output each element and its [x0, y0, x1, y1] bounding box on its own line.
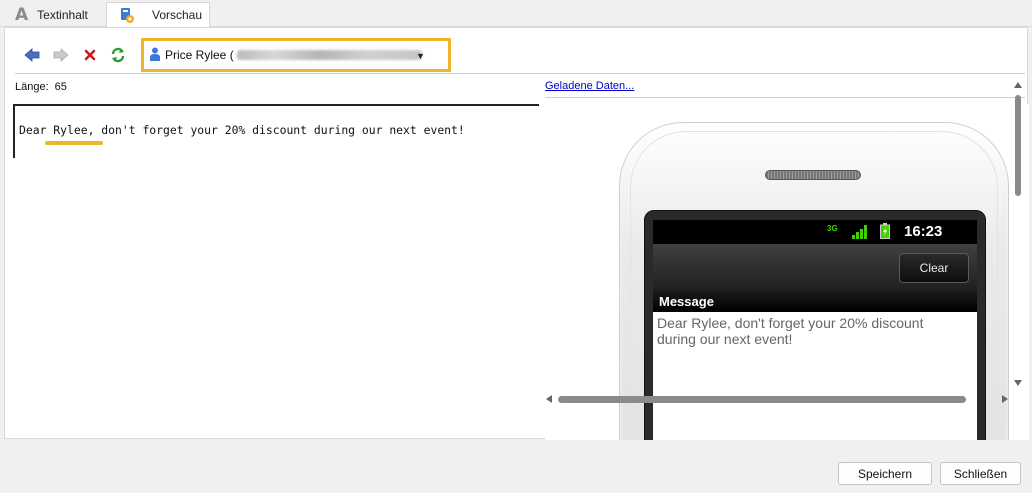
tab-bar: A Textinhalt Vorschau: [0, 0, 1032, 28]
clear-button[interactable]: Clear: [899, 253, 969, 283]
scroll-left-icon[interactable]: [546, 395, 552, 403]
message-header: Message: [653, 291, 977, 312]
phone-screen: 3G 16:23 Clear Message Dear Rylee, don't…: [653, 220, 977, 440]
clock: 16:23: [904, 223, 943, 240]
editor-border-end: [13, 158, 17, 438]
vertical-scrollbar[interactable]: [1012, 79, 1026, 397]
previous-arrow-icon[interactable]: [23, 46, 41, 64]
message-body: Dear Rylee, don't forget your 20% discou…: [657, 315, 924, 347]
network-3g-icon: 3G: [827, 224, 838, 233]
text-content-icon: A: [15, 4, 29, 25]
save-button[interactable]: Speichern: [838, 462, 932, 485]
length-value: 65: [54, 81, 67, 93]
scroll-right-icon[interactable]: [1002, 395, 1008, 403]
loaded-data-link[interactable]: Geladene Daten...: [545, 80, 634, 92]
status-bar: 3G 16:23: [653, 220, 977, 244]
phone-preview: 3G 16:23 Clear Message Dear Rylee, don't…: [545, 104, 1029, 440]
preview-icon: [120, 7, 134, 23]
horizontal-scrollbar[interactable]: [544, 392, 1010, 406]
scroll-thumb[interactable]: [1015, 95, 1021, 196]
message-editor[interactable]: Dear Rylee, don't forget your 20% discou…: [13, 104, 539, 436]
scroll-up-icon[interactable]: [1014, 82, 1022, 88]
tab-preview[interactable]: Vorschau: [106, 2, 210, 28]
chevron-down-icon[interactable]: ▼: [416, 51, 425, 61]
scroll-down-icon[interactable]: [1014, 380, 1022, 386]
tab-preview-label: Vorschau: [152, 8, 203, 22]
length-label: Länge:: [15, 81, 49, 93]
next-arrow-icon[interactable]: [52, 46, 70, 64]
battery-icon: [880, 223, 890, 239]
tab-text-content[interactable]: A Textinhalt: [10, 3, 106, 27]
close-button[interactable]: Schließen: [940, 462, 1021, 485]
recipient-name: Price Rylee (: [165, 48, 234, 62]
divider: [545, 97, 1025, 98]
speaker-grille: [765, 170, 861, 180]
length-indicator: Länge: 65: [15, 78, 67, 96]
recipient-selection: Price Rylee (: [150, 46, 422, 64]
preview-panel: Price Rylee ( ▼ Länge: 65 Geladene Daten…: [4, 27, 1029, 440]
signal-icon: [852, 225, 868, 239]
refresh-icon[interactable]: [109, 46, 127, 64]
user-icon: [150, 47, 160, 64]
tab-text-content-label: Textinhalt: [37, 8, 88, 22]
editor-text: Dear Rylee, don't forget your 20% discou…: [19, 123, 465, 137]
personalization-highlight: [45, 141, 103, 145]
action-bar: Clear: [653, 244, 977, 291]
delete-icon[interactable]: [81, 46, 99, 64]
recipient-email-redacted: [236, 50, 422, 60]
toolbar: Price Rylee ( ▼: [15, 36, 1025, 74]
recipient-dropdown[interactable]: Price Rylee ( ▼: [141, 38, 451, 72]
scroll-thumb-horizontal[interactable]: [558, 396, 966, 403]
